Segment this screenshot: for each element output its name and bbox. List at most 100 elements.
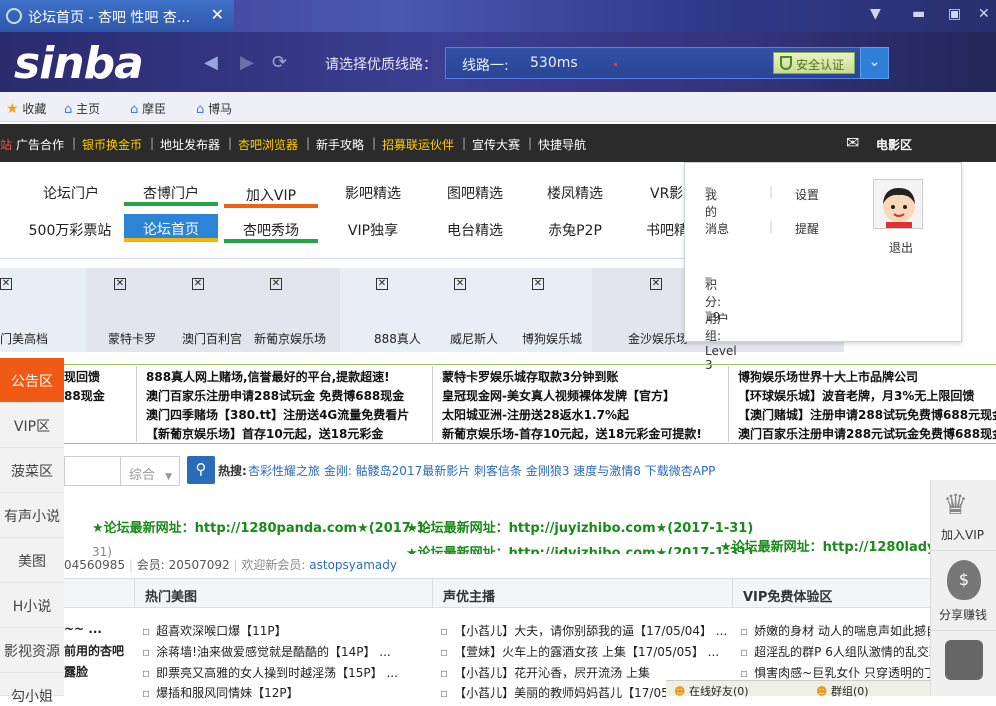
announcement-link[interactable]: ★论坛最新网址：http://idyizhibo.com★(2017-1-31) — [406, 542, 753, 554]
ad-banner[interactable]: ✕ 新葡京娱乐场 — [254, 268, 330, 352]
app-icon[interactable] — [945, 640, 983, 680]
announcement-link[interactable]: ★论坛最新网址：http://1280panda.com★(2017-1- — [92, 517, 431, 536]
line-dropdown-button[interactable]: ⌄ — [860, 47, 889, 79]
back-icon[interactable]: ◀ — [204, 52, 218, 73]
sidebar-item-audio[interactable]: 有声小说 — [0, 493, 64, 538]
new-member-link[interactable]: astopsyamady — [309, 558, 397, 572]
remind-link[interactable]: 提醒 — [795, 220, 819, 237]
bookmark-boma[interactable]: ⌂ 博马 — [196, 100, 232, 117]
sidebar-item-betting[interactable]: 菠菜区 — [0, 448, 64, 493]
nav-lottery[interactable]: 500万彩票站 — [20, 215, 120, 243]
sidebar-item-pictures[interactable]: 美图 — [0, 538, 64, 583]
text-ad[interactable]: 皇冠现金网-美女真人视频裸体发牌【官方】 — [442, 387, 702, 406]
text-ad[interactable]: 现回馈 — [64, 368, 105, 387]
nav-radio[interactable]: 电台精选 — [428, 215, 522, 243]
share-earn-float[interactable]: 分享赚钱 — [939, 606, 987, 623]
ad-banner[interactable]: ✕ 蒙特卡罗 — [100, 268, 166, 352]
ad-banner[interactable]: ✕ 博狗娱乐城 — [520, 268, 586, 352]
ad-banner[interactable]: ✕ 门美高档 — [0, 268, 86, 352]
maximize-icon[interactable]: ▣ — [948, 6, 961, 22]
ad-banner[interactable]: ✕ 金沙娱乐场 — [610, 268, 690, 352]
nav-join-vip[interactable]: 加入VIP — [224, 180, 318, 208]
avatar[interactable] — [873, 179, 923, 229]
minimize-icon[interactable]: ▬ — [912, 6, 925, 22]
column-header[interactable]: VIP免费体验区 — [732, 578, 930, 608]
window-close-icon[interactable]: ✕ — [978, 6, 990, 22]
search-button[interactable]: ⚲ — [187, 456, 215, 484]
list-item[interactable]: 露脸 — [64, 663, 88, 680]
nav-pictures[interactable]: 图吧精选 — [428, 178, 522, 206]
nav-p2p[interactable]: 赤兔P2P — [528, 215, 622, 243]
list-item[interactable]: ▫ 涂蒋墙!油来做爱感觉就是酷酷的【14P】 ... — [142, 643, 391, 660]
list-item[interactable]: ▫ 娇嫩的身材 动人的喘息声如此撼自 — [740, 622, 930, 639]
nav-vip-exclusive[interactable]: VIP独享 — [326, 215, 420, 243]
menu-item-guide[interactable]: 新手攻略 — [316, 136, 364, 153]
sidebar-item-announcements[interactable]: 公告区 — [0, 358, 64, 403]
refresh-icon[interactable]: ⟳ — [272, 52, 287, 73]
nav-movies[interactable]: 影吧精选 — [326, 178, 420, 206]
menu-item-ads[interactable]: 广告合作 — [16, 136, 64, 153]
list-item[interactable]: ~~ ... — [64, 622, 102, 636]
menu-item-browser[interactable]: 杏吧浏览器 — [238, 136, 298, 153]
join-vip-float[interactable]: 加入VIP — [941, 526, 984, 543]
text-ad[interactable]: 【新葡京娱乐场】首存10元起，送18元彩金 — [146, 425, 409, 444]
menu-item-address[interactable]: 地址发布器 — [160, 136, 220, 153]
sidebar-item-novels[interactable]: H小说 — [0, 583, 64, 628]
list-item[interactable]: ▫ 爆插和服风同情妹【12P】 — [142, 684, 299, 701]
text-ad[interactable]: 【澳门赌城】注册申请288试玩免费博688元现金 — [738, 406, 996, 425]
ad-banner[interactable]: ✕ 888真人 — [372, 268, 432, 352]
list-item[interactable]: ▫ 即票亮又高雅的女人操到时越淫荡【15P】 ... — [142, 664, 398, 681]
logout-link[interactable]: 退出 — [889, 239, 913, 256]
menu-item-quicknav[interactable]: 快捷导航 — [538, 136, 586, 153]
menu-item-contest[interactable]: 宣传大赛 — [472, 136, 520, 153]
sidebar-item-vip[interactable]: VIP区 — [0, 403, 64, 448]
hot-search-links[interactable]: 杏彩性耀之旅 金刚: 骷髅岛2017最新影片 刺客信条 金刚狼3 速度与激情8 … — [248, 462, 715, 479]
menu-item-partner[interactable]: 招募联运伙伴 — [382, 136, 454, 153]
column-header[interactable]: 声优主播 — [432, 578, 732, 608]
ad-banner[interactable]: ✕ 澳门百利宫 — [178, 268, 252, 352]
menu-item-site[interactable]: 站 — [0, 136, 12, 153]
browser-tab[interactable]: 论坛首页 - 杏吧 性吧 杏... ✕ — [0, 0, 234, 32]
forward-icon[interactable]: ▶ — [240, 52, 254, 73]
bookmark-home[interactable]: ⌂ 主页 — [64, 100, 100, 117]
text-ad[interactable]: 太阳城亚洲-注册送28返水1.7%起 — [442, 406, 702, 425]
bookmark-favorites[interactable]: ★ 收藏 — [6, 100, 46, 117]
nav-loufeng[interactable]: 楼凤精选 — [528, 178, 622, 206]
list-item[interactable]: 前用的杏吧 — [64, 642, 124, 659]
announcement-link[interactable]: ★论坛最新网址：http://juyizhibo.com★(2017-1-31) — [406, 517, 753, 536]
text-ad[interactable]: 澳门百家乐注册申请288元试玩金免费博688现金 — [738, 425, 996, 444]
line-selector[interactable]: 线路一: 530ms 安全认证 — [445, 47, 861, 79]
text-ad[interactable]: 蒙特卡罗娱乐城存取款3分钟到账 — [442, 368, 702, 387]
nav-xingbo[interactable]: 杏博门户 — [124, 178, 218, 206]
text-ad[interactable]: 澳门四季赌场【380.tt】注册送4G流量免费看片 — [146, 406, 409, 425]
sidebar-item-escort[interactable]: 勾小姐 — [0, 673, 64, 705]
column-header[interactable]: 热门美图 — [134, 578, 432, 608]
search-input[interactable] — [64, 456, 120, 486]
menu-icon[interactable]: ▼ — [870, 6, 881, 22]
movie-zone-link[interactable]: 电影区 — [876, 136, 912, 153]
list-item[interactable]: ▫ 超喜欢深喉口爆【11P】 — [142, 622, 287, 639]
search-category-select[interactable]: 综合 ▼ — [120, 456, 180, 486]
announcement-link[interactable]: ★论坛最新网址：http://1280lady.co — [720, 536, 956, 555]
text-ad[interactable]: 【环球娱乐城】波音老牌，月3%无上限回馈 — [738, 387, 996, 406]
text-ad[interactable]: 88现金 — [64, 387, 105, 406]
list-item[interactable]: ▫ 【小萏儿】花开沁香，屄开流汤 上集 — [440, 664, 650, 681]
text-ad[interactable]: 新葡京娱乐场-首存10元起，送18元彩金可提款! — [442, 425, 702, 444]
list-item[interactable]: ▫ 超淫乱的群P 6人组队激情的乱交现 — [740, 643, 930, 660]
online-friends[interactable]: ☻ 在线好友(0) — [674, 683, 749, 699]
mail-icon[interactable]: ✉ — [846, 133, 859, 152]
nav-portal[interactable]: 论坛门户 — [24, 178, 118, 206]
list-item[interactable]: ▫ 【萱妹】火车上的露酒女孩 上集【17/05/05】 ... — [440, 643, 719, 660]
list-item[interactable]: ▫ 惧害肉感~巨乳女仆 只穿透明的丁 — [740, 664, 930, 681]
settings-link[interactable]: 设置 — [795, 186, 819, 203]
close-tab-icon[interactable]: ✕ — [211, 5, 224, 24]
sidebar-item-videos[interactable]: 影视资源 — [0, 628, 64, 673]
nav-show[interactable]: 杏吧秀场 — [224, 215, 318, 243]
list-item[interactable]: ▫ 【小萏儿】大夫，请你别舔我的逼【17/05/04】 ... — [440, 622, 727, 639]
text-ad-column[interactable]: 现回馈 88现金 — [64, 368, 105, 406]
menu-item-exchange[interactable]: 银币换金币 — [82, 136, 142, 153]
bookmark-mochen[interactable]: ⌂ 摩臣 — [130, 100, 166, 117]
text-ad[interactable]: 888真人网上赌场,信誉最好的平台,提款超速! — [146, 368, 409, 387]
ad-banner[interactable]: ✕ 威尼斯人 — [448, 268, 508, 352]
text-ad[interactable]: 博狗娱乐场世界十大上市品牌公司 — [738, 368, 996, 387]
